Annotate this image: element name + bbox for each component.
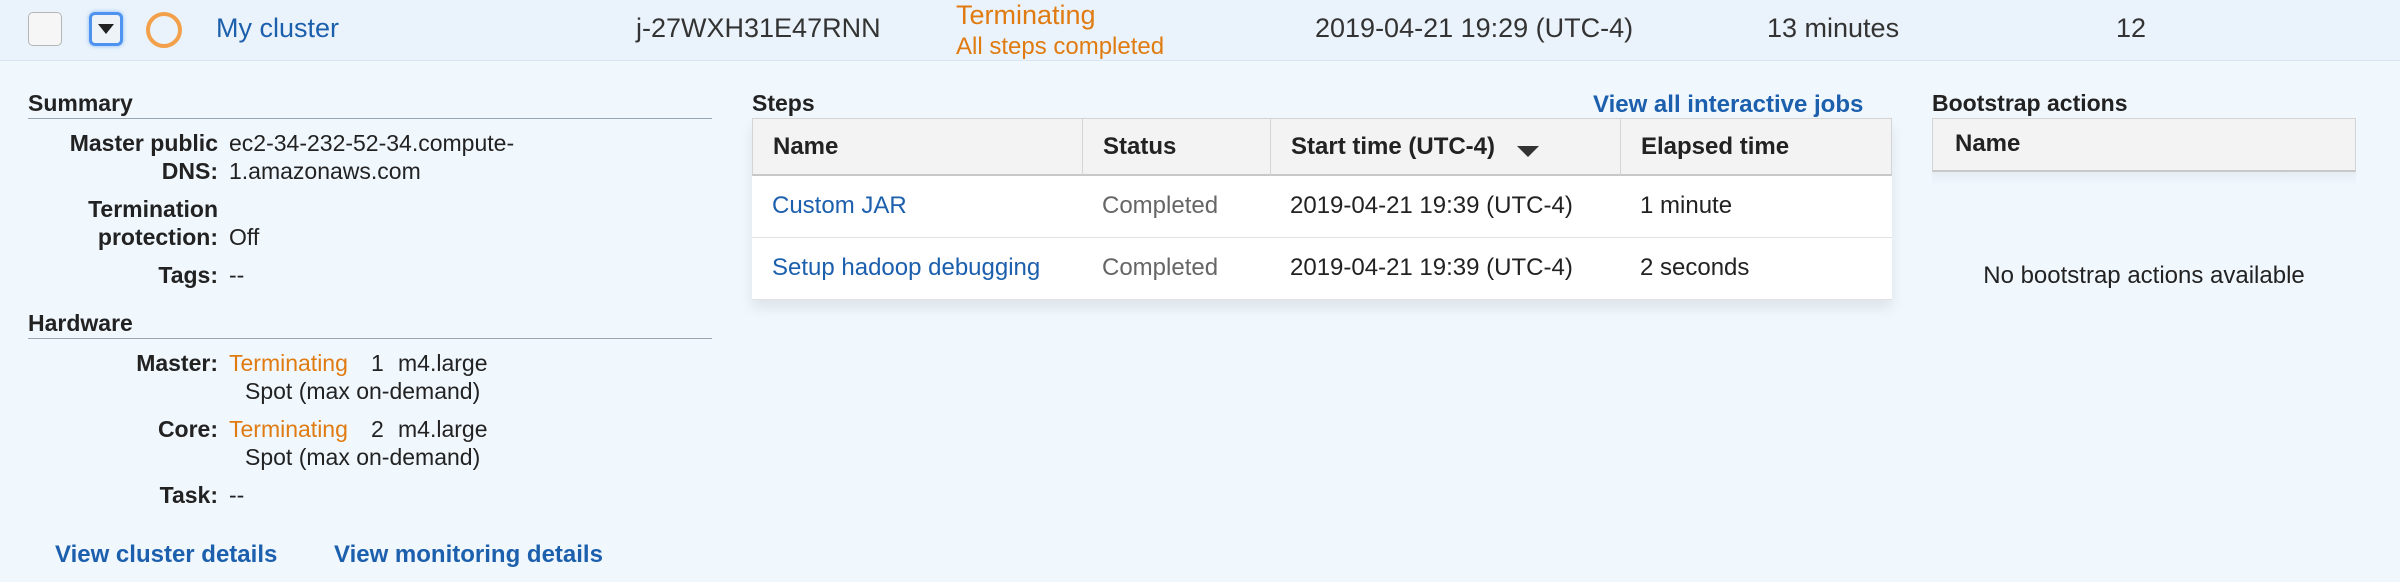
creation-time: 2019-04-21 19:29 (UTC-4) [1315, 13, 1634, 43]
bootstrap-empty-message: No bootstrap actions available [1983, 262, 2305, 289]
summary-title: Summary [28, 90, 133, 116]
bootstrap-table: Name [1932, 118, 2356, 186]
core-instance-type: m4.large [398, 416, 488, 442]
dns-value-1: ec2-34-232-52-34.compute- [229, 130, 515, 156]
expand-toggle-button[interactable] [89, 12, 123, 46]
step-status: Completed [1102, 254, 1219, 281]
core-status: Terminating [229, 416, 348, 442]
col-status[interactable]: Status [1083, 119, 1271, 175]
termination-label-1: Termination [88, 196, 218, 222]
cluster-row [0, 0, 2400, 61]
summary-divider [28, 118, 712, 119]
termination-value: Off [229, 224, 260, 250]
col-name[interactable]: Name [753, 119, 1083, 175]
step-name-link[interactable]: Custom JAR [752, 176, 907, 236]
step-start-time: 2019-04-21 19:39 (UTC-4) [1290, 192, 1573, 219]
master-status: Terminating [229, 350, 348, 376]
master-instance-type: m4.large [398, 350, 488, 376]
col-elapsed-time[interactable]: Elapsed time [1621, 119, 1893, 175]
hardware-title: Hardware [28, 310, 133, 336]
task-label: Task: [159, 482, 218, 508]
master-label: Master: [136, 350, 218, 376]
hardware-divider [28, 338, 712, 339]
bootstrap-header-shadow [1932, 172, 2356, 186]
termination-label-2: protection: [97, 224, 218, 250]
table-row: Setup hadoop debugging Completed 2019-04… [752, 238, 1892, 300]
core-purchase-option: Spot (max on-demand) [245, 444, 481, 470]
view-cluster-details-link[interactable]: View cluster details [55, 541, 277, 569]
bootstrap-col-name[interactable]: Name [1932, 118, 2356, 172]
normalized-instance-hours: 12 [2116, 13, 2147, 43]
col-start-time-label: Start time (UTC-4) [1291, 133, 1496, 160]
elapsed-time: 13 minutes [1767, 13, 1900, 43]
cluster-id: j-27WXH31E47RNN [636, 13, 881, 43]
steps-table: Name Status Start time (UTC-4) Elapsed t… [752, 118, 1892, 300]
status-ring-icon [146, 12, 182, 48]
task-value: -- [229, 482, 245, 508]
step-name-link[interactable]: Setup hadoop debugging [752, 238, 1040, 298]
dns-label-1: Master public [69, 130, 218, 156]
step-start-time: 2019-04-21 19:39 (UTC-4) [1290, 254, 1573, 281]
dns-value-2: 1.amazonaws.com [229, 158, 421, 184]
master-count: 1 [371, 350, 384, 376]
row-checkbox[interactable] [28, 12, 62, 46]
chevron-down-icon [98, 24, 114, 34]
steps-table-header: Name Status Start time (UTC-4) Elapsed t… [752, 118, 1892, 176]
step-elapsed: 1 minute [1640, 192, 1733, 219]
col-start-time[interactable]: Start time (UTC-4) [1271, 119, 1621, 175]
step-elapsed: 2 seconds [1640, 254, 1750, 281]
view-interactive-jobs-link[interactable]: View all interactive jobs [1593, 91, 1863, 119]
bootstrap-title: Bootstrap actions [1932, 90, 2128, 116]
core-count: 2 [371, 416, 384, 442]
table-row: Custom JAR Completed 2019-04-21 19:39 (U… [752, 176, 1892, 238]
tags-label: Tags: [158, 262, 218, 288]
view-monitoring-details-link[interactable]: View monitoring details [334, 541, 603, 569]
master-purchase-option: Spot (max on-demand) [245, 378, 481, 404]
cluster-status-detail: All steps completed [956, 33, 1165, 60]
sort-desc-icon [1516, 146, 1539, 157]
dns-label-2: DNS: [161, 158, 218, 184]
tags-value: -- [229, 262, 245, 288]
core-label: Core: [157, 416, 218, 442]
cluster-status: Terminating [956, 0, 1096, 30]
step-status: Completed [1102, 192, 1219, 219]
steps-title: Steps [752, 90, 815, 116]
cluster-name-link[interactable]: My cluster [216, 13, 339, 44]
